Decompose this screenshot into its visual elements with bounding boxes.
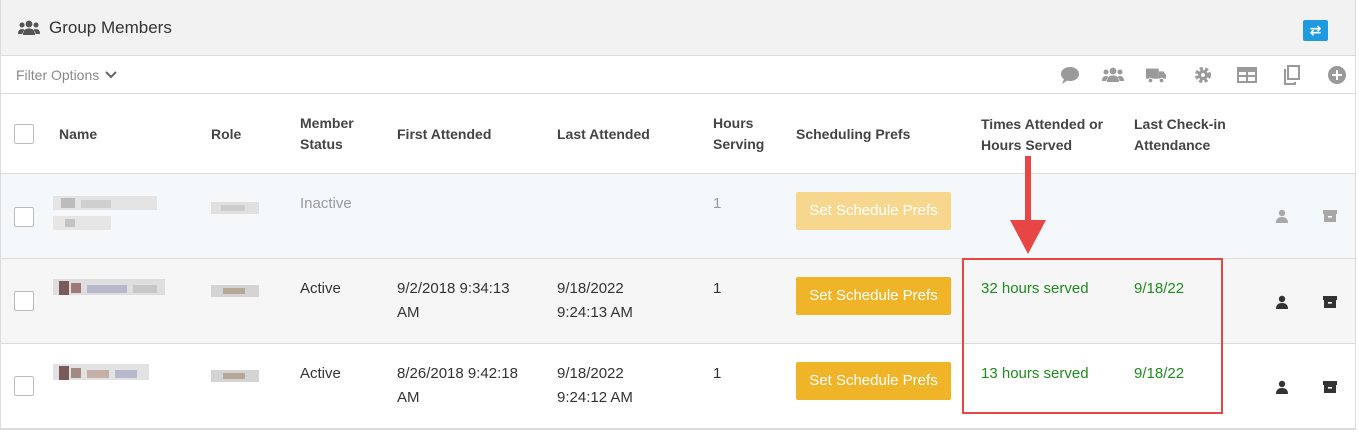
row-checkbox[interactable] bbox=[14, 291, 34, 311]
column-header-scheduling-prefs[interactable]: Scheduling Prefs bbox=[796, 124, 910, 145]
copy-icon[interactable] bbox=[1281, 65, 1303, 85]
column-header-first-attended[interactable]: First Attended bbox=[397, 124, 491, 145]
first-attended: 8/26/2018 9:42:18 AM bbox=[397, 365, 518, 406]
archive-icon[interactable] bbox=[1323, 295, 1337, 309]
row-checkbox[interactable] bbox=[14, 207, 34, 227]
group-icon bbox=[18, 20, 40, 35]
chevron-down-icon bbox=[105, 71, 117, 79]
redacted-role bbox=[211, 285, 259, 297]
redacted-role bbox=[211, 370, 259, 382]
filter-options-label: Filter Options bbox=[16, 67, 100, 83]
filter-options-toggle[interactable]: Filter Options bbox=[16, 67, 117, 83]
column-header-times-attended[interactable]: Times Attended or Hours Served bbox=[981, 114, 1103, 156]
truck-icon[interactable] bbox=[1145, 65, 1167, 85]
table-header: Name Role Member Status First Attended L… bbox=[1, 94, 1355, 174]
panel-header: Group Members ⇄ bbox=[1, 0, 1355, 56]
table-row[interactable]: Inactive 1 Set Schedule Prefs bbox=[1, 174, 1355, 259]
redacted-role bbox=[211, 202, 259, 214]
hours-serving: 1 bbox=[713, 365, 722, 382]
redacted-name bbox=[53, 362, 149, 384]
column-header-name[interactable]: Name bbox=[59, 124, 97, 145]
person-icon[interactable] bbox=[1275, 209, 1289, 223]
first-attended: 9/2/2018 9:34:13 AM bbox=[397, 280, 510, 321]
column-header-last-attended[interactable]: Last Attended bbox=[557, 124, 650, 145]
person-icon[interactable] bbox=[1275, 295, 1289, 309]
member-status: Inactive bbox=[300, 195, 352, 212]
row-checkbox[interactable] bbox=[14, 376, 34, 396]
annotation-arrow bbox=[1010, 156, 1046, 254]
column-header-role[interactable]: Role bbox=[211, 124, 241, 145]
set-schedule-prefs-button[interactable]: Set Schedule Prefs bbox=[796, 277, 951, 315]
swap-button[interactable]: ⇄ bbox=[1303, 20, 1328, 41]
person-icon[interactable] bbox=[1275, 380, 1289, 394]
last-attended: 9/18/2022 9:24:12 AM bbox=[557, 365, 633, 406]
table-icon[interactable] bbox=[1236, 65, 1258, 85]
set-schedule-prefs-button[interactable]: Set Schedule Prefs bbox=[796, 362, 951, 400]
annotation-highlight-box bbox=[962, 258, 1223, 414]
plus-circle-icon[interactable] bbox=[1326, 65, 1348, 85]
swap-arrows-icon: ⇄ bbox=[1309, 22, 1322, 38]
last-attended: 9/18/2022 9:24:13 AM bbox=[557, 280, 633, 321]
redacted-name bbox=[53, 277, 165, 299]
column-header-last-checkin[interactable]: Last Check-in Attendance bbox=[1134, 114, 1226, 156]
archive-icon[interactable] bbox=[1323, 209, 1337, 223]
page-title: Group Members bbox=[49, 18, 172, 37]
hours-serving: 1 bbox=[713, 280, 722, 297]
column-header-hours-serving[interactable]: Hours Serving bbox=[713, 113, 764, 155]
gear-icon[interactable] bbox=[1192, 65, 1214, 85]
redacted-name bbox=[53, 192, 157, 240]
column-header-member-status[interactable]: Member Status bbox=[300, 113, 354, 155]
archive-icon[interactable] bbox=[1323, 380, 1337, 394]
set-schedule-prefs-button[interactable]: Set Schedule Prefs bbox=[796, 192, 951, 230]
member-status: Active bbox=[300, 365, 341, 382]
select-all-checkbox[interactable] bbox=[14, 124, 34, 144]
filter-bar: Filter Options bbox=[1, 56, 1355, 94]
hours-serving: 1 bbox=[713, 195, 722, 212]
group-icon[interactable] bbox=[1102, 65, 1124, 85]
comment-icon[interactable] bbox=[1059, 65, 1081, 85]
member-status: Active bbox=[300, 280, 341, 297]
